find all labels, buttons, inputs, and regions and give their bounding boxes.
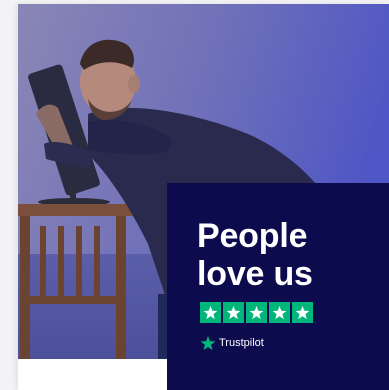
testimonial-card: People love us Trustpilot [18,4,389,390]
star-icon [200,302,221,323]
trustpilot-wordmark: Trustpilot [219,337,264,349]
headline-line-2: love us [197,255,313,293]
headline: People love us [197,217,313,293]
trustpilot-star-icon [200,335,216,351]
trustpilot-logo[interactable]: Trustpilot [200,335,264,351]
star-icon [269,302,290,323]
review-panel: People love us Trustpilot [167,183,389,390]
star-rating [200,302,313,323]
star-icon [246,302,267,323]
star-icon [223,302,244,323]
headline-line-1: People [197,217,308,255]
card-footer-space [18,359,167,390]
star-icon [292,302,313,323]
